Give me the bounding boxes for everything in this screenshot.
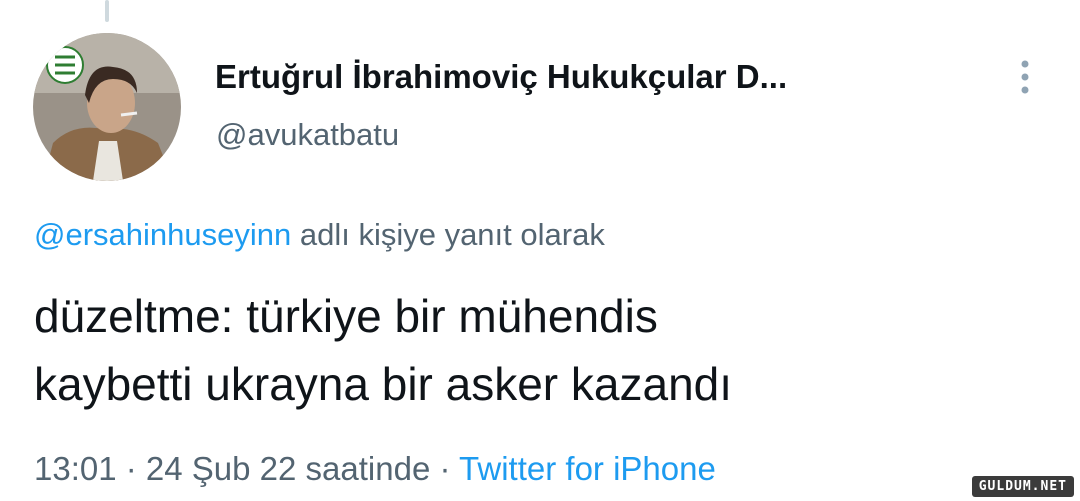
meta-separator: · [430, 450, 460, 487]
tweet-timestamp[interactable]: 13:01 · 24 Şub 22 saatinde [34, 450, 430, 487]
tweet-text-line: kaybetti ukrayna bir asker kazandı [34, 358, 733, 410]
reply-mention-link[interactable]: @ersahinhuseyinn [34, 217, 291, 252]
tweet-meta: 13:01 · 24 Şub 22 saatinde · Twitter for… [34, 450, 716, 488]
thread-connector-line [105, 0, 109, 22]
avatar[interactable] [33, 33, 181, 181]
author-display-name[interactable]: Ertuğrul İbrahimoviç Hukukçular D... [215, 58, 787, 96]
avatar-photo [33, 33, 181, 181]
tweet-source-link[interactable]: Twitter for iPhone [459, 450, 716, 487]
more-options-icon[interactable] [1011, 58, 1039, 96]
reply-context: @ersahinhuseyinn adlı kişiye yanıt olara… [34, 217, 605, 253]
reply-context-text: adlı kişiye yanıt olarak [291, 217, 605, 252]
tweet-text: düzeltme: türkiye bir mühendis kaybetti … [34, 282, 1034, 418]
author-handle[interactable]: @avukatbatu [216, 117, 399, 153]
watermark-logo: GULDUM.NET [971, 476, 1074, 497]
tweet-text-line: düzeltme: türkiye bir mühendis [34, 290, 658, 342]
